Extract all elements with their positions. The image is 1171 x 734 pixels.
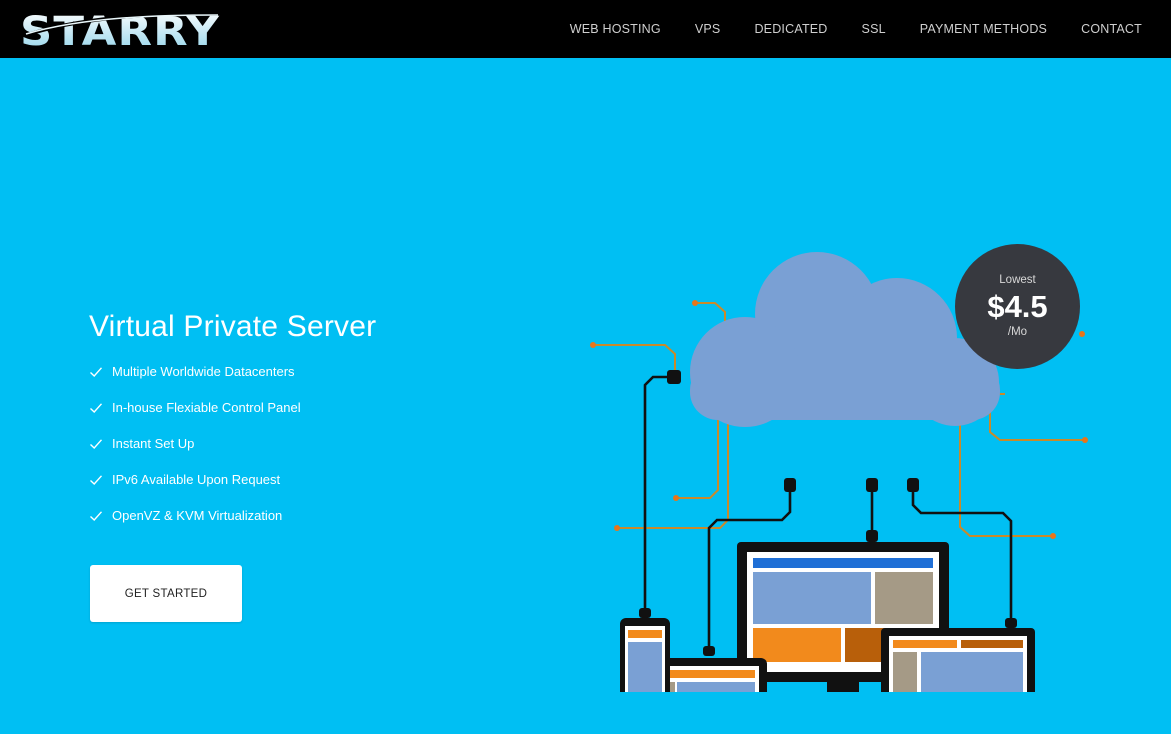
nav-payment-methods[interactable]: PAYMENT METHODS <box>920 22 1047 36</box>
feature-item: IPv6 Available Upon Request <box>89 472 301 508</box>
phone-icon <box>620 618 670 692</box>
laptop-icon <box>881 628 1035 692</box>
nav-ssl[interactable]: SSL <box>862 22 886 36</box>
main-nav: WEB HOSTING VPS DEDICATED SSL PAYMENT ME… <box>570 0 1142 58</box>
top-navbar: STARRY WEB HOSTING VPS DEDICATED SSL PAY… <box>0 0 1171 58</box>
brand-logo[interactable]: STARRY <box>20 6 222 50</box>
feature-item: Multiple Worldwide Datacenters <box>89 364 301 400</box>
price-period: /Mo <box>1007 326 1028 338</box>
feature-text: OpenVZ & KVM Virtualization <box>112 508 283 523</box>
check-icon <box>89 365 103 379</box>
check-icon <box>89 401 103 415</box>
feature-item: In-house Flexiable Control Panel <box>89 400 301 436</box>
hero-section: Virtual Private Server Multiple Worldwid… <box>0 58 1171 734</box>
feature-list: Multiple Worldwide Datacenters In-house … <box>89 364 301 544</box>
feature-text: IPv6 Available Upon Request <box>112 472 281 487</box>
price-label: Lowest <box>999 274 1036 286</box>
nav-dedicated[interactable]: DEDICATED <box>754 22 827 36</box>
check-icon <box>89 437 103 451</box>
check-icon <box>89 473 103 487</box>
nav-contact[interactable]: CONTACT <box>1081 22 1142 36</box>
get-started-button[interactable]: GET STARTED <box>90 565 242 622</box>
feature-text: In-house Flexiable Control Panel <box>112 400 301 415</box>
hero-title: Virtual Private Server <box>89 310 377 343</box>
feature-text: Instant Set Up <box>112 436 195 451</box>
feature-item: OpenVZ & KVM Virtualization <box>89 508 301 544</box>
cloud-icon <box>690 252 1000 427</box>
feature-text: Multiple Worldwide Datacenters <box>112 364 295 379</box>
feature-item: Instant Set Up <box>89 436 301 472</box>
nav-vps[interactable]: VPS <box>695 22 721 36</box>
price-badge: Lowest $4.5 /Mo <box>955 244 1080 369</box>
price-amount: $4.5 <box>987 289 1048 324</box>
nav-web-hosting[interactable]: WEB HOSTING <box>570 22 661 36</box>
check-icon <box>89 509 103 523</box>
